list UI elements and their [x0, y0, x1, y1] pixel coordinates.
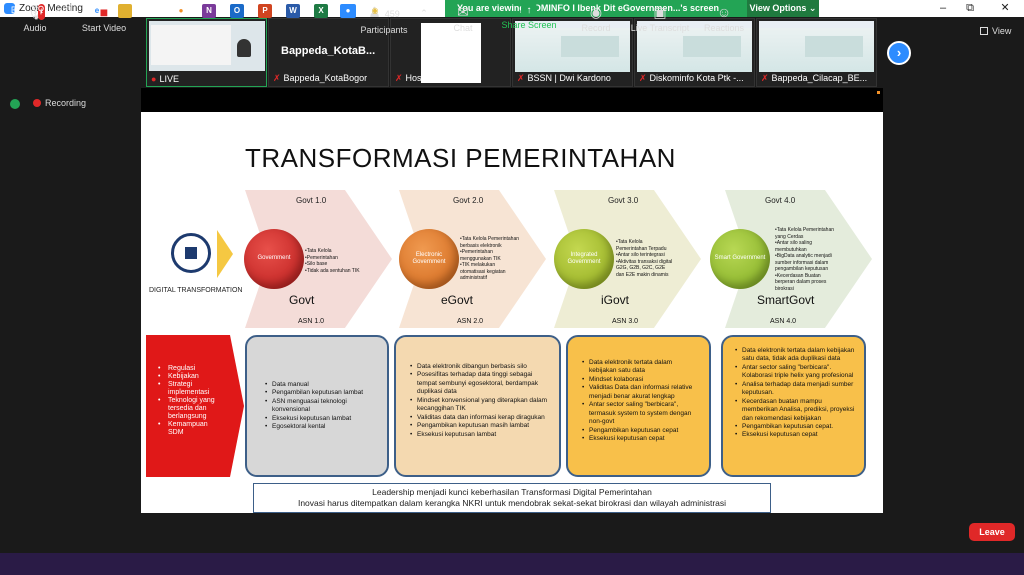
network-icon[interactable]: ▤	[910, 5, 919, 16]
gov-label-2: Govt 2.0	[453, 196, 484, 205]
task-view-icon[interactable]: ◫	[60, 4, 74, 18]
gov-label-3: Govt 3.0	[608, 196, 639, 205]
record-button[interactable]: ◉ Record	[578, 4, 614, 33]
notification-icon[interactable]: ✉	[946, 5, 954, 16]
footer-line-1: Leadership menjadi kunci keberhasilan Tr…	[372, 487, 652, 497]
share-indicator	[877, 91, 880, 94]
footer-line-2: Inovasi harus ditempatkan dalam kerangka…	[297, 498, 727, 509]
asn-card-2: Data elektronik dibangun berbasis silo P…	[394, 335, 561, 477]
view-button[interactable]: View	[980, 26, 1011, 36]
next-page-button[interactable]: ›	[887, 41, 911, 65]
stage-bullets-2: Tata Kelola Pemerintahan berbasis elektr…	[460, 236, 520, 282]
reactions-icon: ☺	[716, 4, 732, 20]
dt-arrow-shape	[217, 230, 233, 278]
powerpoint-icon[interactable]: P	[258, 4, 272, 18]
recording-indicator[interactable]: Recording	[33, 98, 86, 108]
tray-chevron-icon[interactable]: ⌃	[893, 5, 901, 16]
stage-bullets-3: Tata Kelola Pemerintahan Terpadu Antar s…	[616, 239, 674, 278]
outlook-icon[interactable]: O	[230, 4, 244, 18]
firefox-icon[interactable]: ●	[174, 4, 188, 18]
chat-icon: ✉	[457, 4, 469, 20]
stage-circle-4: Smart Government	[710, 229, 770, 289]
asn-card-1: Data manual Pengambilan keputusan lambat…	[245, 335, 389, 477]
participants-button[interactable]: ♟ 459 Participants	[358, 4, 410, 35]
file-explorer-icon[interactable]	[118, 4, 132, 18]
security-shield-icon[interactable]	[10, 99, 20, 109]
record-icon: ◉	[589, 4, 603, 20]
search-icon[interactable]: ⚲	[34, 4, 48, 18]
onenote-icon[interactable]: N	[202, 4, 216, 18]
cc-icon: ▣	[653, 4, 667, 20]
participants-icon: ♟ 459	[368, 4, 400, 20]
asn-label-3: ASN 3.0	[612, 318, 639, 325]
participant-tile-cilacap[interactable]: ✗ Bappeda_Cilacap_BE...	[756, 18, 877, 87]
dt-label: DIGITAL TRANSFORMATION	[149, 287, 243, 294]
clock[interactable]: 11.05	[982, 5, 1004, 15]
slide-footer: Leadership menjadi kunci keberhasilan Tr…	[253, 483, 771, 513]
slide-title: TRANSFORMASI PEMERINTAHAN	[245, 143, 676, 173]
asn-label-4: ASN 4.0	[770, 318, 797, 325]
word-icon[interactable]: W	[286, 4, 300, 18]
start-icon[interactable]: ⊞	[8, 4, 22, 18]
stage-circle-3: Integrated Government	[554, 229, 614, 289]
asn-label-1: ASN 1.0	[298, 318, 325, 325]
asn-label-2: ASN 2.0	[457, 318, 484, 325]
excel-icon[interactable]: X	[314, 4, 328, 18]
digital-transformation-icon	[171, 233, 211, 273]
view-options-button[interactable]: View Options ⌄	[747, 0, 819, 17]
era-label-1: Govt	[289, 293, 315, 307]
tile-name: LIVE	[159, 74, 179, 84]
live-video	[149, 21, 265, 71]
participants-count: 459	[384, 9, 400, 19]
edge-icon[interactable]: e	[90, 4, 104, 18]
record-dot-icon	[33, 99, 41, 107]
era-label-2: eGovt	[441, 293, 474, 307]
grid-icon	[980, 27, 988, 35]
stage-bullets-4: Tata Kelola Pemerintahan yang Cerdas Ant…	[775, 227, 835, 292]
chrome-icon[interactable]: ◉	[368, 4, 382, 18]
shared-slide: TRANSFORMASI PEMERINTAHAN DIGITAL TRANSF…	[141, 112, 883, 513]
windows-taskbar	[0, 553, 1024, 575]
era-label-3: iGovt	[601, 293, 630, 307]
red-factors-box: Regulasi Kebijakan Strategi implementasi…	[146, 335, 230, 477]
participants-options-chevron[interactable]: ⌃	[418, 8, 430, 19]
gov-label-1: Govt 1.0	[296, 196, 327, 205]
asn-card-4: Data elektronik tertata dalam kebijakan …	[721, 335, 866, 477]
zoom-taskbar-icon[interactable]: ●	[340, 4, 356, 18]
muted-mic-icon: ✗	[273, 73, 281, 83]
stage-bullets-1: Tata Kelola Pemerintahan Silo base Tidak…	[305, 248, 371, 274]
chat-button[interactable]: ✉ Chat	[448, 4, 478, 33]
asn-card-3: Data elektronik tertata dalam kebijakan …	[566, 335, 711, 477]
live-transcript-button[interactable]: ▣ Live Transcript	[630, 4, 690, 33]
era-label-4: SmartGovt	[757, 293, 815, 307]
stage-circle-2: Electronic Government	[399, 229, 459, 289]
gov-label-4: Govt 4.0	[765, 196, 796, 205]
reactions-button[interactable]: ☺ Reactions	[702, 4, 746, 33]
meeting-toolbar	[0, 513, 1024, 553]
red-arrow-tip	[230, 335, 244, 477]
stage-circle-1: Government	[244, 229, 304, 289]
share-screen-button[interactable]: ↑ Share Screen	[500, 4, 558, 30]
share-icon: ↑	[521, 4, 537, 17]
restore-icon[interactable]: ⧉	[960, 1, 980, 16]
participant-tile-live[interactable]: ● LIVE	[146, 18, 267, 87]
shared-screen-header	[141, 88, 883, 112]
leave-button[interactable]: Leave	[969, 523, 1015, 541]
tile-display-name: Bappeda_KotaB...	[281, 45, 376, 57]
store-icon[interactable]: ▦	[146, 4, 160, 18]
volume-icon[interactable]: ♪	[928, 5, 933, 15]
